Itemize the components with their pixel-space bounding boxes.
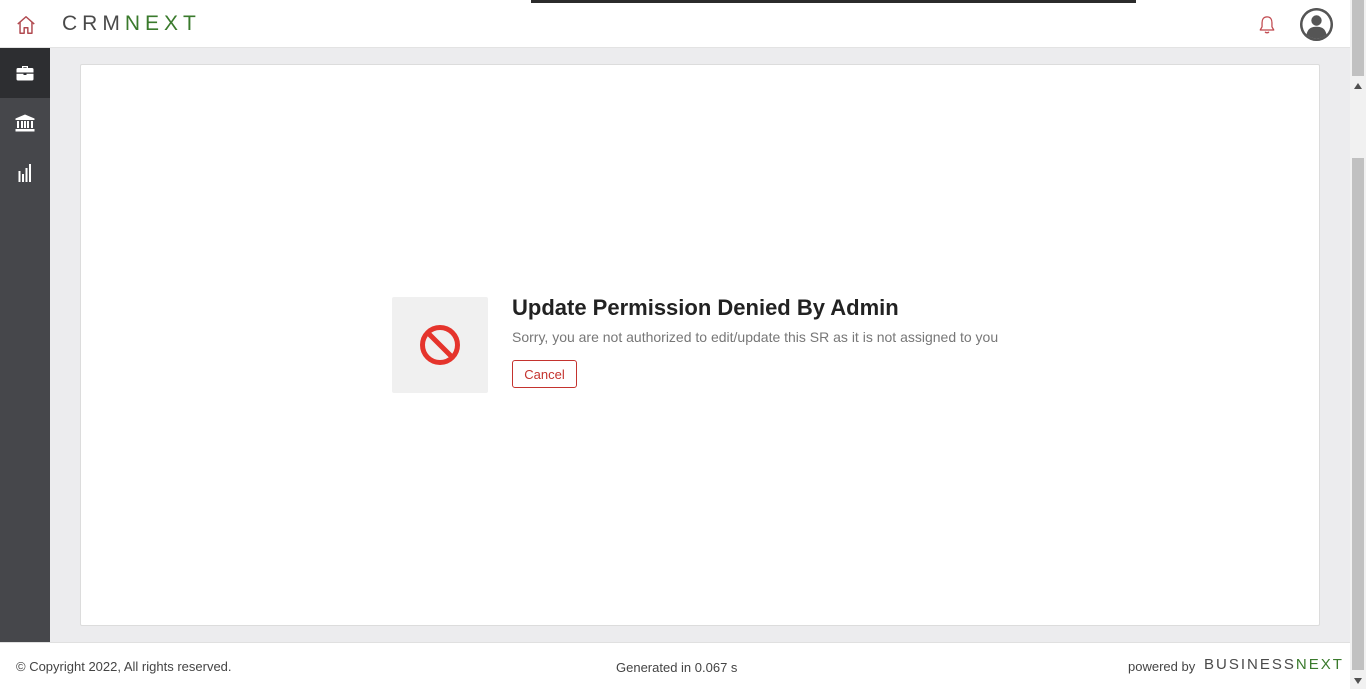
page-title: Update Permission Denied By Admin	[512, 295, 899, 320]
crmnext-logo[interactable]: CRMNEXT	[62, 12, 201, 36]
denied-message: Sorry, you are not authorized to edit/up…	[512, 329, 999, 345]
briefcase-icon	[16, 66, 34, 81]
nav-item-bank[interactable]	[0, 98, 50, 148]
cancel-button[interactable]: Cancel	[512, 360, 577, 388]
scrollbar-thumb-upper[interactable]	[1352, 0, 1364, 76]
vertical-scrollbar[interactable]	[1350, 0, 1366, 689]
bell-icon	[1259, 16, 1275, 34]
side-navigation	[0, 48, 50, 642]
top-header: CRMNEXT	[0, 0, 1350, 48]
user-avatar[interactable]	[1300, 8, 1333, 41]
generated-time-text: Generated in 0.067 s	[616, 660, 738, 675]
nav-item-cases[interactable]	[0, 48, 50, 98]
brand-text-business: BUSINESS	[1204, 656, 1296, 673]
prohibited-icon	[420, 325, 460, 365]
businessnext-logo: BUSINESSNEXT	[1204, 656, 1344, 673]
triangle-up-icon	[1354, 83, 1362, 89]
copyright-text: © Copyright 2022, All rights reserved.	[16, 659, 232, 674]
scroll-up-arrow[interactable]	[1353, 81, 1363, 91]
bank-icon	[15, 114, 35, 132]
home-icon	[17, 16, 35, 34]
notifications-button[interactable]	[1256, 13, 1278, 37]
content-card: Update Permission Denied By Admin Sorry,…	[80, 64, 1320, 626]
denied-icon-box	[392, 297, 488, 393]
bar-chart-icon	[18, 164, 31, 182]
user-avatar-icon	[1300, 8, 1333, 41]
home-button[interactable]	[12, 11, 40, 39]
triangle-down-icon	[1354, 678, 1362, 684]
logo-text-next: NEXT	[124, 12, 201, 35]
footer: © Copyright 2022, All rights reserved. G…	[0, 642, 1350, 689]
scroll-down-arrow[interactable]	[1353, 676, 1363, 686]
brand-text-next: NEXT	[1295, 656, 1344, 673]
logo-text-crm: CRM	[62, 12, 125, 35]
nav-item-reports[interactable]	[0, 148, 50, 198]
powered-by-text: powered by	[1128, 659, 1196, 674]
scrollbar-thumb[interactable]	[1352, 158, 1364, 670]
loading-strip	[531, 0, 1136, 3]
